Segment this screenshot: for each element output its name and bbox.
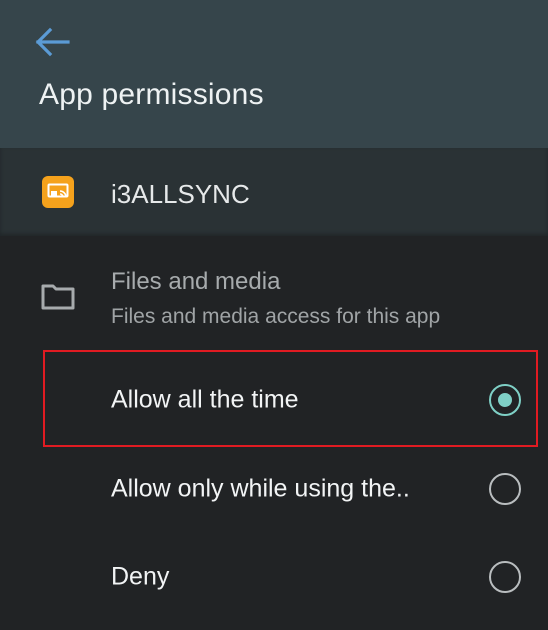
radio-selected-dot [498, 393, 512, 407]
back-button[interactable] [26, 20, 78, 64]
app-permissions-screen: App permissions i3ALLSYNC Files and medi… [0, 0, 548, 630]
option-allow-all-the-time[interactable]: Allow all the time [0, 360, 548, 440]
option-label: Allow only while using the.. [111, 474, 410, 503]
radio-button[interactable] [489, 473, 521, 505]
folder-icon [41, 284, 75, 310]
arrow-left-icon [35, 27, 70, 57]
option-allow-while-using[interactable]: Allow only while using the.. [0, 449, 548, 529]
permission-title: Files and media [111, 268, 281, 295]
permission-subtitle: Files and media access for this app [111, 305, 441, 328]
screen-cast-icon [47, 183, 69, 198]
radio-button[interactable] [489, 561, 521, 593]
option-label: Deny [111, 562, 170, 591]
app-icon [42, 176, 74, 208]
option-label: Allow all the time [111, 385, 299, 414]
option-deny[interactable]: Deny [0, 537, 548, 617]
app-name: i3ALLSYNC [111, 179, 250, 209]
app-row: i3ALLSYNC [0, 148, 548, 236]
app-bar: App permissions [0, 0, 548, 148]
radio-button-selected[interactable] [489, 384, 521, 416]
page-title: App permissions [39, 78, 264, 111]
